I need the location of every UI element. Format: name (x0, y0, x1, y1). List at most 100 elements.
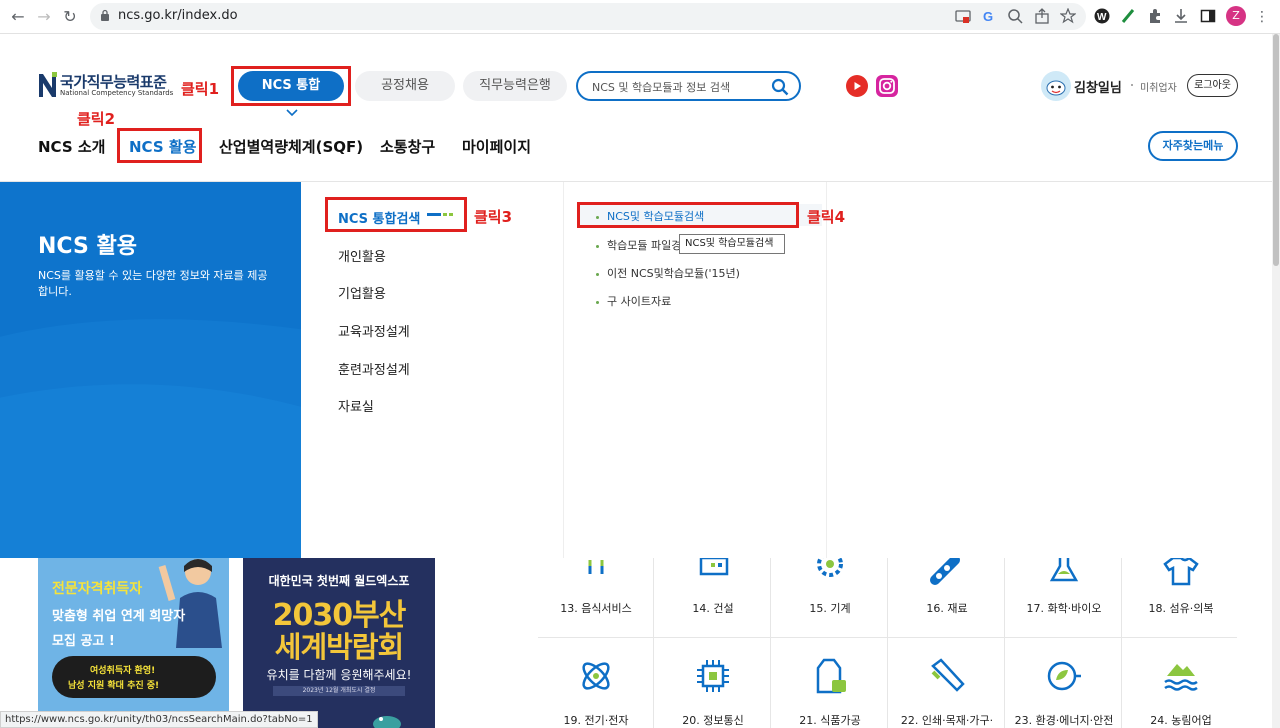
click4-label: 클릭4 (807, 208, 846, 226)
back-icon[interactable]: ← (8, 7, 28, 27)
category-cell-it[interactable]: 20. 정보통신 (655, 638, 771, 728)
banner1-subtitle: 맞춤형 취업 연계 희망자 (52, 609, 186, 624)
category-cell-food-processing[interactable]: 21. 식품가공 (772, 638, 888, 728)
atom-icon (582, 662, 610, 690)
banner1-bubble-line2: 남성 지원 확대 추진 중! (68, 681, 160, 691)
category-cell-textile[interactable]: 18. 섬유·의복 (1123, 558, 1239, 638)
banner1-bubble-line1: 여성취득자 환영! (90, 666, 156, 676)
submenu-item-label: 구 사이트자료 (607, 295, 672, 308)
banner2-line4: 유치를 다함께 응원해주세요! (266, 668, 412, 682)
user-separator (1131, 84, 1133, 86)
share-icon[interactable] (1034, 8, 1050, 24)
ncs-logo-mark-icon (39, 72, 57, 97)
megamenu-empty-panel (827, 182, 1272, 558)
click2-highlight-box (117, 128, 202, 163)
job-matching-banner[interactable]: 전문자격취득자 맞춤형 취업 연계 희망자 모집 공고 ! 여성취득자 환영! … (38, 558, 229, 728)
extensions-puzzle-icon[interactable] (1147, 8, 1163, 24)
category-cell-electric[interactable]: 19. 전기·전자 (538, 638, 654, 728)
competency-bank-button[interactable]: 직무능력은행 (463, 71, 567, 101)
search-icon[interactable] (771, 78, 789, 96)
w-extension-icon[interactable]: W (1094, 8, 1110, 24)
gnb-item-communication[interactable]: 소통창구 (380, 136, 435, 157)
search-input[interactable]: NCS 및 학습모듈과 정보 검색 (576, 71, 801, 101)
category-label: 21. 식품가공 (799, 714, 861, 727)
side-panel-icon[interactable] (1200, 8, 1216, 24)
category-label: 20. 정보통신 (682, 714, 744, 727)
menu-item-library[interactable]: 자료실 (338, 396, 374, 415)
busan-expo-banner[interactable]: 대한민국 첫번째 월드엑스포 2030부산 세계박람회 유치를 다함께 응원해주… (243, 558, 435, 728)
gear-icon (817, 558, 843, 577)
chip-icon (697, 660, 729, 692)
submenu-item-previous-ncs[interactable]: 이전 NCS및학습모듈('15년) (596, 265, 740, 281)
construction-icon (699, 558, 729, 576)
category-cell-environment[interactable]: 23. 환경·에너지·안전 (1006, 638, 1122, 728)
menu-item-corporate[interactable]: 기업활용 (338, 283, 386, 302)
address-bar[interactable]: ncs.go.kr/index.do (90, 3, 1086, 30)
svg-text:G: G (983, 9, 993, 24)
search-placeholder: NCS 및 학습모듈과 정보 검색 (592, 81, 731, 94)
submenu-item-label: 학습모듈 파일경 (607, 239, 682, 252)
download-icon[interactable] (1173, 8, 1189, 24)
page-scrollbar[interactable] (1272, 34, 1280, 728)
zoom-icon[interactable] (1007, 8, 1023, 24)
lock-icon (101, 9, 109, 21)
category-cell-materials[interactable]: 16. 재료 (889, 558, 1005, 638)
instagram-icon[interactable] (876, 75, 898, 97)
click1-label: 클릭1 (181, 80, 220, 98)
category-label: 19. 전기·전자 (563, 714, 629, 727)
bullet-icon (596, 300, 599, 304)
link-tooltip: NCS및 학습모듈검색 (679, 234, 785, 254)
forward-icon[interactable]: → (34, 7, 54, 27)
reload-icon[interactable]: ↻ (60, 7, 80, 27)
url-text: ncs.go.kr/index.do (118, 8, 238, 23)
category-label: 14. 건설 (692, 602, 734, 615)
logo-english-text: National Competency Standards (60, 89, 174, 97)
user-name: 김창일님 (1074, 81, 1122, 96)
fair-hiring-button[interactable]: 공정채용 (355, 71, 455, 101)
pen-extension-icon[interactable] (1120, 8, 1136, 24)
youtube-icon[interactable] (845, 75, 869, 97)
favorite-menu-button[interactable]: 자주찾는메뉴 (1148, 131, 1238, 161)
menu-item-training[interactable]: 훈련과정설계 (338, 359, 410, 378)
category-label: 22. 인쇄·목재·가구· (900, 714, 994, 727)
category-label: 24. 농림어업 (1150, 714, 1212, 727)
category-label: 23. 환경·에너지·안전 (1014, 714, 1114, 727)
chevron-down-icon (286, 109, 298, 117)
gnb-item-ncs-intro[interactable]: NCS 소개 (38, 136, 105, 157)
click2-label: 클릭2 (77, 110, 116, 128)
shirt-icon (1163, 558, 1199, 586)
user-avatar-icon (1041, 71, 1071, 101)
more-menu-icon[interactable]: ⋮ (1252, 7, 1272, 27)
scrollbar-thumb[interactable] (1273, 34, 1279, 266)
profile-avatar[interactable]: Z (1226, 6, 1246, 26)
submenu-item-old-site[interactable]: 구 사이트자료 (596, 293, 671, 309)
gnb-item-sqf[interactable]: 산업별역량체계(SQF) (219, 136, 363, 157)
translate-icon[interactable] (955, 8, 971, 24)
menu-item-curriculum[interactable]: 교육과정설계 (338, 321, 410, 340)
bullet-icon (596, 244, 599, 248)
hammer-icon (931, 658, 965, 692)
menu-item-personal[interactable]: 개인활용 (338, 246, 386, 265)
megamenu-title: NCS 활용 (38, 234, 137, 259)
category-cell-printing[interactable]: 22. 인쇄·목재·가구· (889, 638, 1005, 728)
megamenu-description: NCS를 활용할 수 있는 다양한 정보와 자료를 제공합니다. (38, 269, 268, 298)
category-cell-agriculture[interactable]: 24. 농림어업 (1123, 638, 1239, 728)
category-cell-construction[interactable]: 14. 건설 (655, 558, 771, 638)
gnb-item-mypage[interactable]: 마이페이지 (462, 136, 531, 157)
category-cell-food-service[interactable]: 13. 음식서비스 (538, 558, 654, 638)
bookmark-star-icon[interactable] (1060, 8, 1076, 24)
milk-carton-icon (816, 658, 846, 694)
svg-text:W: W (1097, 12, 1107, 23)
logout-button[interactable]: 로그아웃 (1187, 74, 1238, 97)
category-cell-chemistry[interactable]: 17. 화학·바이오 (1006, 558, 1122, 638)
category-cell-machinery[interactable]: 15. 기계 (772, 558, 888, 638)
submenu-item-label: 이전 NCS및학습모듈('15년) (607, 267, 740, 280)
category-label: 13. 음식서비스 (560, 602, 632, 615)
click3-label: 클릭3 (474, 208, 513, 226)
submenu-item-module-files[interactable]: 학습모듈 파일경 (596, 237, 681, 253)
materials-pipe-icon (930, 558, 960, 585)
megamenu-intro-panel: NCS 활용 NCS를 활용할 수 있는 다양한 정보와 자료를 제공합니다. (0, 182, 301, 558)
click1-highlight-box (231, 66, 351, 106)
google-icon[interactable]: G (981, 8, 997, 24)
click4-highlight-box (577, 202, 799, 228)
